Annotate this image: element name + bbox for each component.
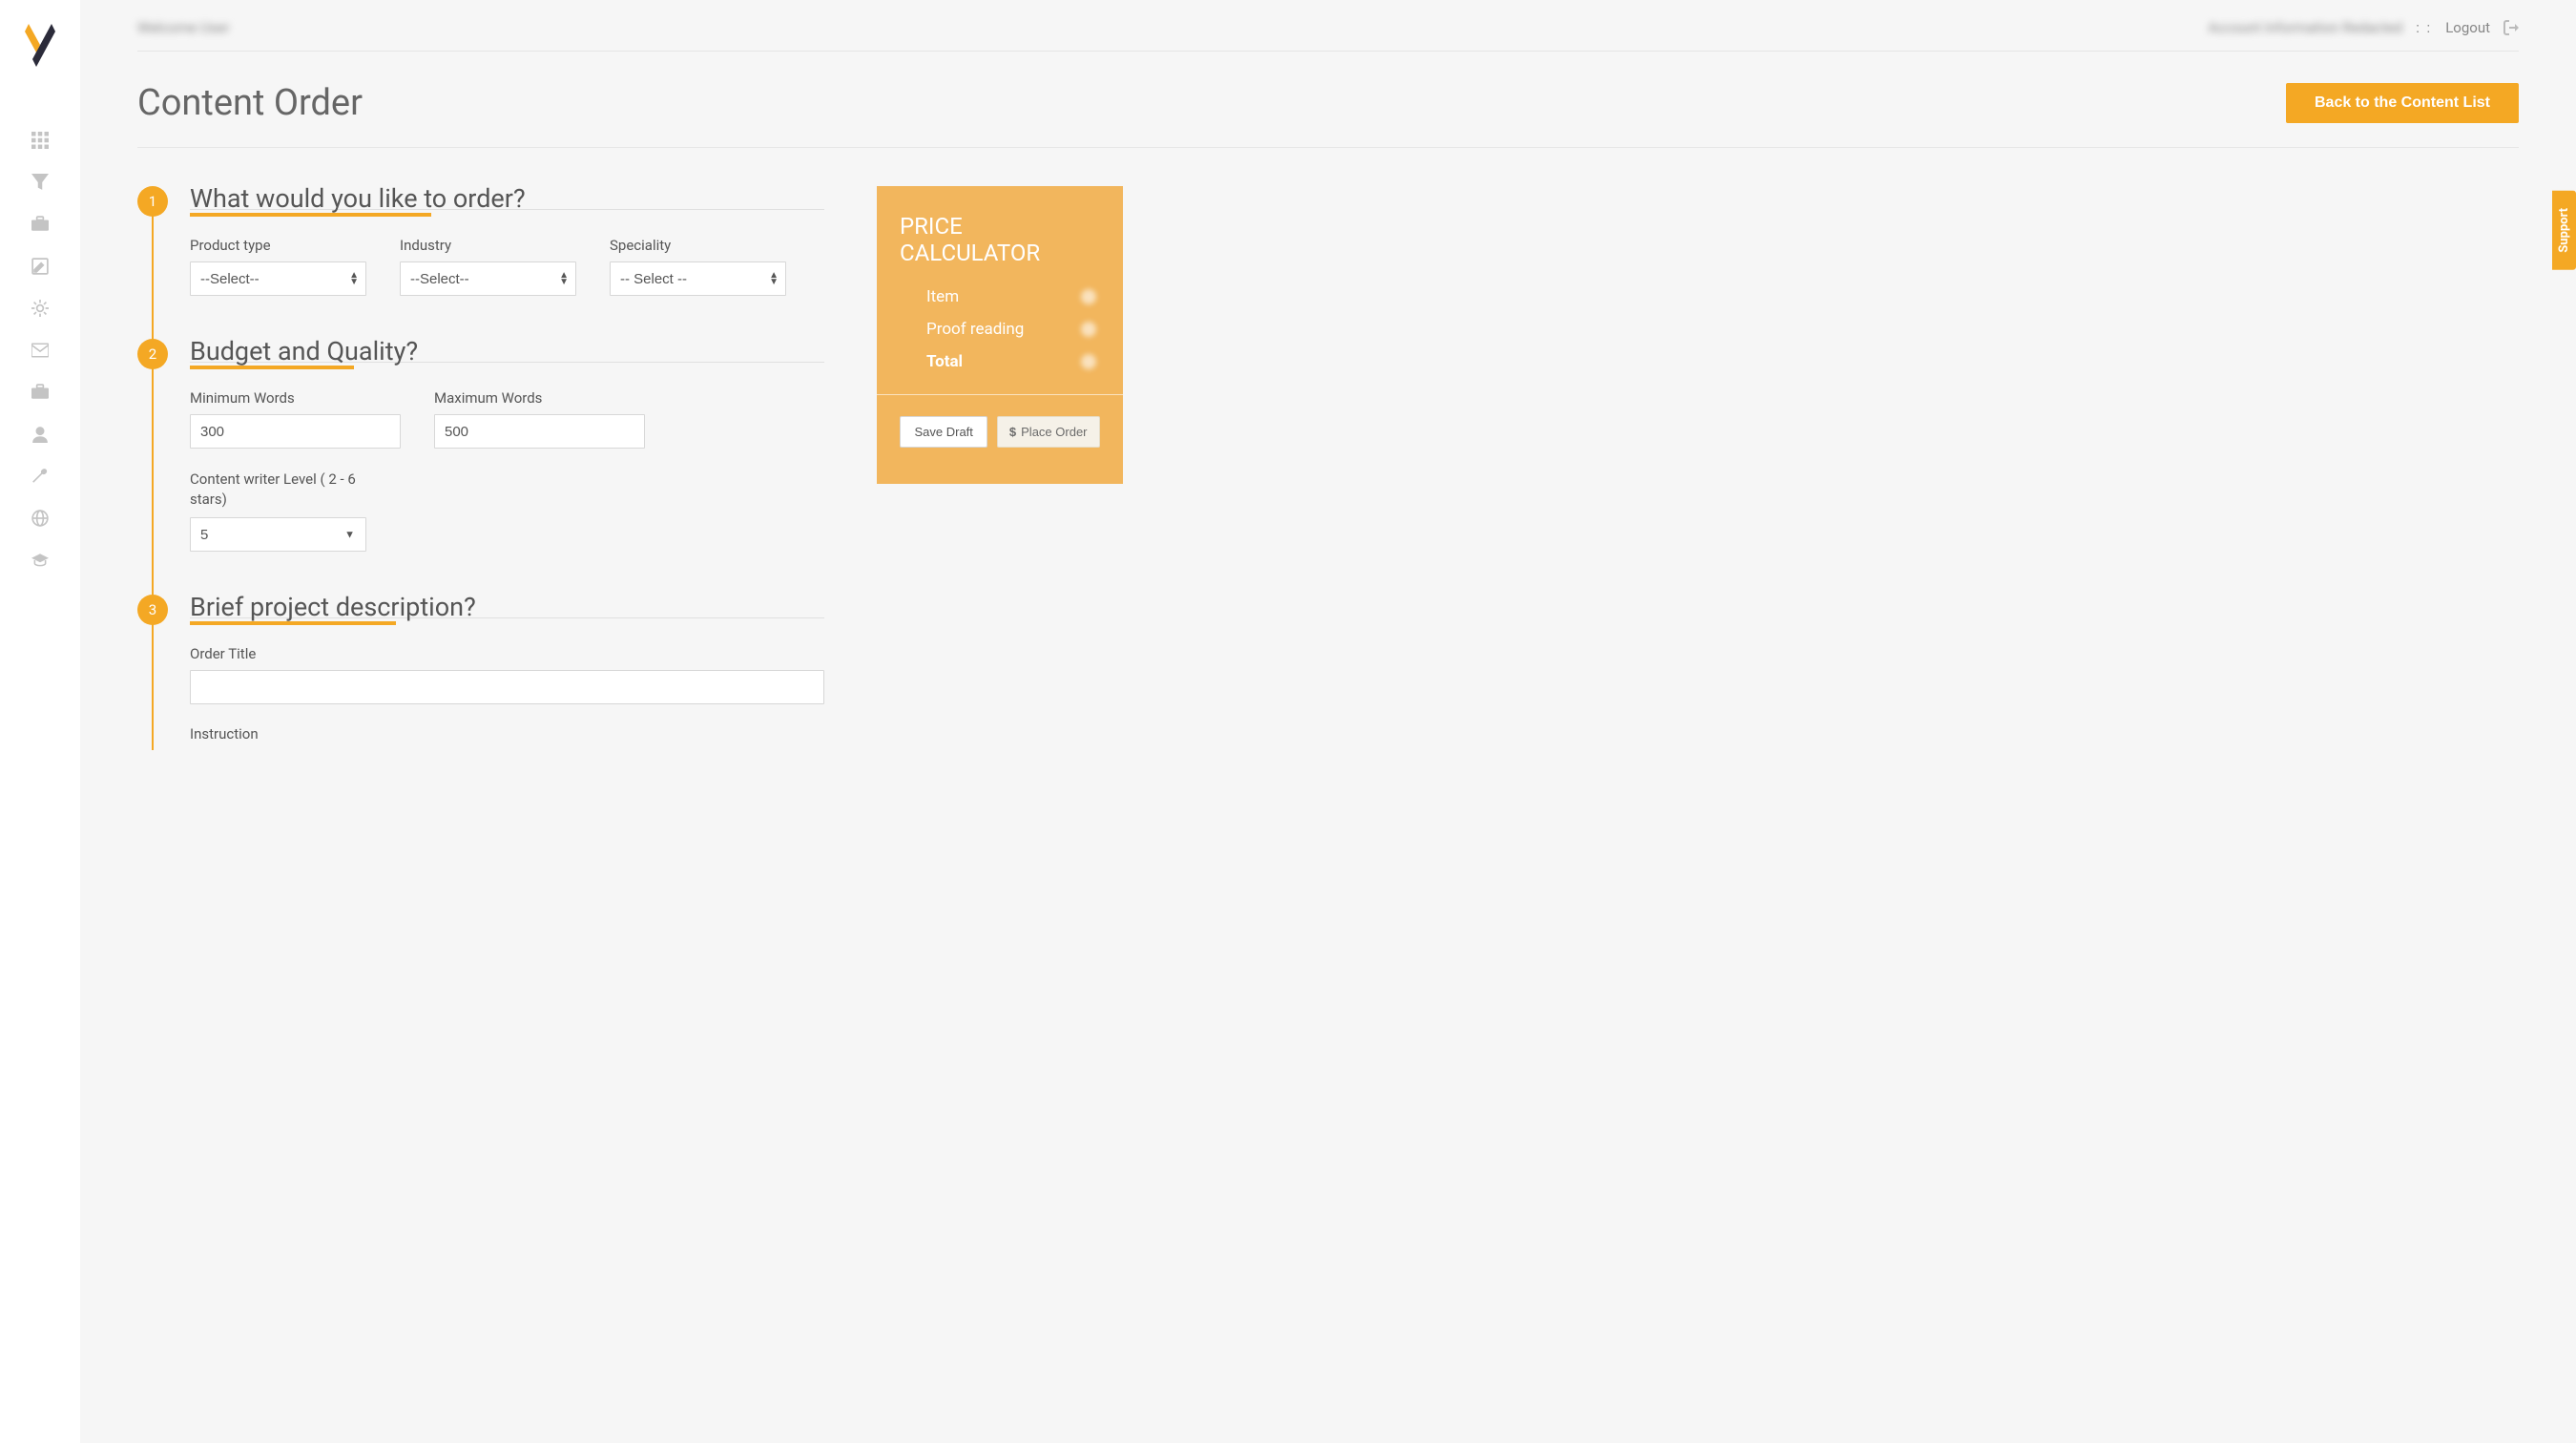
logout-link[interactable]: Logout	[2445, 19, 2490, 36]
save-draft-button[interactable]: Save Draft	[900, 416, 987, 448]
page-title: Content Order	[137, 82, 363, 124]
product-type-select[interactable]: --Select--	[190, 261, 366, 296]
logout-icon[interactable]	[2503, 20, 2519, 35]
max-words-label: Maximum Words	[434, 389, 645, 407]
step-1: 1 What would you like to order? Product …	[137, 186, 824, 296]
sidebar	[0, 0, 80, 1443]
writer-level-select[interactable]: 5	[190, 517, 366, 552]
sidebar-item-messages[interactable]	[0, 329, 80, 371]
sidebar-item-user[interactable]	[0, 413, 80, 455]
sidebar-item-apps[interactable]	[0, 119, 80, 161]
sidebar-item-briefcase-2[interactable]	[0, 371, 80, 413]
calc-item-label: Item	[926, 287, 959, 306]
back-to-content-list-button[interactable]: Back to the Content List	[2286, 83, 2519, 123]
divider	[137, 147, 2519, 148]
step-number-3: 3	[137, 595, 168, 625]
calc-total-value	[1081, 354, 1096, 369]
speciality-label: Speciality	[610, 237, 786, 254]
calc-title: PRICE CALCULATOR	[900, 213, 1100, 266]
step-2-title: Budget and Quality?	[190, 336, 418, 368]
dollar-icon: $	[1009, 425, 1016, 439]
sidebar-item-filter[interactable]	[0, 161, 80, 203]
min-words-label: Minimum Words	[190, 389, 401, 407]
calc-proof-label: Proof reading	[926, 320, 1024, 339]
sidebar-item-briefcase[interactable]	[0, 203, 80, 245]
order-title-label: Order Title	[190, 645, 824, 662]
sidebar-item-tools[interactable]	[0, 455, 80, 497]
calc-total-label: Total	[926, 352, 963, 371]
speciality-select[interactable]: -- Select --	[610, 261, 786, 296]
account-text: Account Information Redacted	[2208, 19, 2402, 36]
topbar: Welcome User Account Information Redacte…	[137, 0, 2519, 52]
support-tab[interactable]: Support	[2552, 191, 2576, 270]
sidebar-item-settings[interactable]	[0, 287, 80, 329]
instruction-label: Instruction	[190, 725, 824, 742]
step-number-1: 1	[137, 186, 168, 217]
step-1-title: What would you like to order?	[190, 183, 526, 216]
order-title-input[interactable]	[190, 670, 824, 704]
step-number-2: 2	[137, 339, 168, 369]
writer-level-label: Content writer Level ( 2 - 6 stars)	[190, 470, 362, 510]
colons-separator: : :	[2416, 19, 2432, 36]
product-type-label: Product type	[190, 237, 366, 254]
place-order-button[interactable]: $ Place Order	[997, 416, 1100, 448]
sidebar-item-edit[interactable]	[0, 245, 80, 287]
price-calculator: PRICE CALCULATOR Item Proof reading Tota…	[877, 186, 1123, 484]
step-3: 3 Brief project description? Order Title…	[137, 595, 824, 750]
step-2: 2 Budget and Quality? Minimum Words Maxi…	[137, 339, 824, 552]
max-words-input[interactable]	[434, 414, 645, 449]
calc-item-value	[1081, 289, 1096, 304]
calc-proof-value	[1081, 322, 1096, 337]
industry-select[interactable]: --Select--	[400, 261, 576, 296]
sidebar-item-globe[interactable]	[0, 497, 80, 539]
calc-divider	[877, 394, 1123, 395]
sidebar-item-education[interactable]	[0, 539, 80, 581]
min-words-input[interactable]	[190, 414, 401, 449]
place-order-label: Place Order	[1021, 425, 1087, 439]
industry-label: Industry	[400, 237, 576, 254]
step-3-title: Brief project description?	[190, 592, 476, 624]
logo	[23, 24, 57, 67]
greeting-text: Welcome User	[137, 19, 229, 36]
